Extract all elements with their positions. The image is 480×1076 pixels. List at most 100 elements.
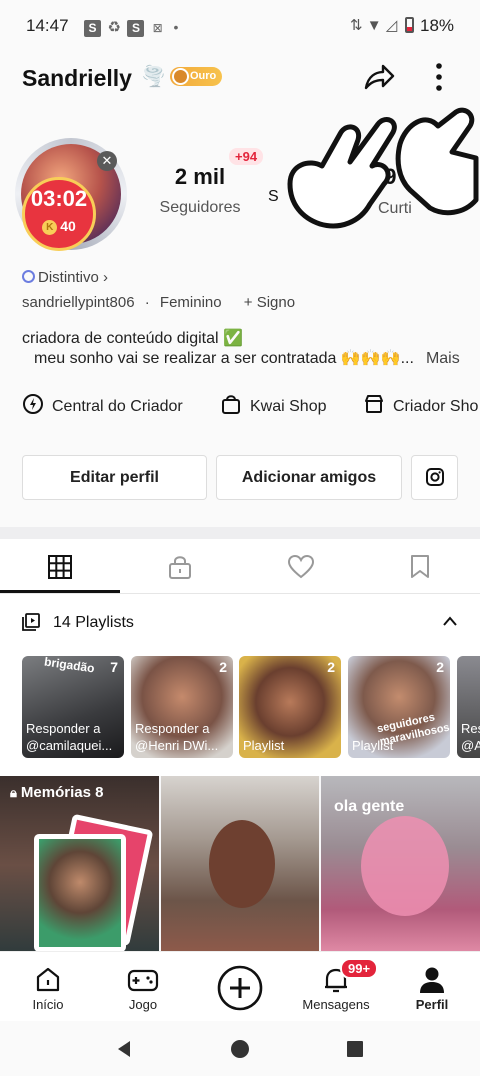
battery-percent: 18% xyxy=(420,16,455,35)
profile-gender: Feminino xyxy=(159,294,222,311)
back-icon[interactable] xyxy=(114,1039,134,1059)
content-tabs xyxy=(0,539,480,594)
bio-line-2: meu sonho vai se realizar a ser contrata… xyxy=(34,350,414,367)
video-cell[interactable] xyxy=(161,776,319,954)
tornado-emoji: 🌪️ xyxy=(141,66,166,88)
grid-icon[interactable] xyxy=(47,554,73,580)
lock-icon[interactable] xyxy=(167,554,193,580)
new-followers-badge: +94 xyxy=(229,148,264,165)
share-icon[interactable] xyxy=(362,62,396,92)
battery-icon xyxy=(405,17,414,33)
kwai-shop-button[interactable]: Kwai Shop xyxy=(220,393,327,416)
add-sign-button[interactable]: + Signo xyxy=(244,294,295,311)
home-circle-icon[interactable] xyxy=(230,1039,250,1059)
playlist-caption: Playlist xyxy=(243,738,285,753)
bottom-nav: Início Jogo Mensagens 99+ Perfil xyxy=(0,951,480,1021)
creator-center-button[interactable]: Central do Criador xyxy=(22,393,183,416)
bio-more-link[interactable]: Mais xyxy=(426,350,460,367)
hand-gesture-sticker xyxy=(287,107,479,229)
playlist-item[interactable]: brigadão 7 Responder a @camilaquei... xyxy=(22,656,124,758)
close-icon[interactable]: ✕ xyxy=(97,151,117,171)
following-label: S xyxy=(268,188,279,205)
playlist-icon xyxy=(22,613,40,631)
home-icon xyxy=(36,967,60,992)
shopping-bag-icon xyxy=(222,395,240,414)
followers-stat[interactable]: 2 mil Seguidores xyxy=(150,164,250,217)
add-friends-button[interactable]: Adicionar amigos xyxy=(216,455,402,500)
gamepad-icon xyxy=(127,969,159,992)
status-bar: 14:47 S ♻ S ⊠ • ⇅ ▼ ◿ 18% xyxy=(0,0,480,52)
instagram-icon xyxy=(425,468,444,486)
kwai-shop-label: Kwai Shop xyxy=(250,398,327,415)
playlists-count: 14 Playlists xyxy=(53,614,134,631)
video-cell[interactable]: ola gente xyxy=(321,776,480,954)
sync-icon: ♻ xyxy=(107,19,121,36)
chevron-right-icon: › xyxy=(98,269,109,286)
followers-count: 2 mil xyxy=(174,164,226,189)
bookmark-icon[interactable] xyxy=(409,554,431,580)
nav-games[interactable]: Jogo xyxy=(103,966,183,1012)
playlist-caption: Responder a @camilaquei... xyxy=(26,721,113,753)
playlist-count: 7 xyxy=(110,659,118,675)
edit-profile-button[interactable]: Editar perfil xyxy=(22,455,207,500)
playlist-caption: Playlist xyxy=(352,738,394,753)
playlist-item[interactable]: Res@A xyxy=(457,656,480,758)
status-time: 14:47 xyxy=(26,16,69,35)
video-caption: ola gente xyxy=(334,798,405,815)
section-divider xyxy=(0,527,480,539)
memories-text: Memórias 8 xyxy=(20,784,104,801)
bio: criadora de conteúdo digital ✅ meu sonho… xyxy=(22,329,460,369)
recents-icon[interactable] xyxy=(346,1040,364,1058)
messages-badge: 99+ xyxy=(340,958,379,979)
coin-count: K 40 xyxy=(26,218,92,235)
creator-shop-label: Criador Sho xyxy=(393,398,479,415)
active-tab-indicator xyxy=(0,590,120,593)
chevron-up-icon[interactable] xyxy=(442,615,458,627)
profile-meta: sandriellypint806 · Feminino + Signo xyxy=(22,294,295,311)
tier-medal-icon xyxy=(172,68,189,85)
playlist-count: 2 xyxy=(436,659,444,675)
instagram-button[interactable] xyxy=(411,455,458,500)
playlist-item[interactable]: seguidores maravilhosos 2 Playlist xyxy=(348,656,450,758)
distintivo-link[interactable]: Distintivo › xyxy=(22,269,108,286)
dot-icon: • xyxy=(173,19,179,35)
more-menu-icon[interactable] xyxy=(432,62,446,92)
creator-shop-button[interactable]: Criador Sho xyxy=(363,393,478,416)
creator-center-label: Central do Criador xyxy=(52,398,183,415)
followers-label: Seguidores xyxy=(159,199,241,216)
nav-home[interactable]: Início xyxy=(8,966,88,1012)
playlist-item[interactable]: 2 Playlist xyxy=(239,656,341,758)
playlist-count: 2 xyxy=(219,659,227,675)
store-icon xyxy=(365,395,383,413)
app-s-icon: S xyxy=(84,20,101,37)
person-icon xyxy=(420,967,444,993)
lightning-icon xyxy=(23,394,43,414)
playlist-overlay-text: brigadão xyxy=(43,656,96,676)
profile-username: Sandrielly xyxy=(22,65,132,91)
video-face xyxy=(209,820,275,908)
memories-cell[interactable]: 🔒︎ Memórias 8 xyxy=(0,776,159,954)
separator-dot: · xyxy=(144,294,150,311)
video-face xyxy=(361,816,449,916)
signal-icons: ⇅ ▼ ◿ xyxy=(350,17,398,34)
coin-icon: K xyxy=(42,220,58,235)
distintivo-label: Distintivo xyxy=(38,269,99,286)
create-plus-icon[interactable] xyxy=(216,964,264,1012)
app-s2-icon: S xyxy=(127,20,145,37)
memory-card-front xyxy=(34,834,126,952)
playlist-caption: Res@A xyxy=(461,721,480,753)
nav-home-label: Início xyxy=(32,997,64,1012)
playlists-header[interactable]: 14 Playlists xyxy=(0,594,480,648)
playlist-item[interactable]: 2 Responder a @Henri DWi... xyxy=(131,656,233,758)
tablet-icon: ⊠ xyxy=(152,21,163,35)
system-nav-bar xyxy=(0,1021,480,1076)
tier-badge[interactable]: Ouro xyxy=(170,67,223,86)
nav-messages-label: Mensagens xyxy=(302,997,370,1012)
nav-profile[interactable]: Perfil xyxy=(392,966,472,1012)
nav-games-label: Jogo xyxy=(128,997,158,1012)
heart-icon[interactable] xyxy=(287,554,315,580)
live-timer: 03:02 xyxy=(30,186,88,211)
nav-profile-label: Perfil xyxy=(415,997,449,1012)
playlist-caption: Responder a @Henri DWi... xyxy=(135,721,219,753)
memories-label: 🔒︎ Memórias 8 xyxy=(10,784,103,801)
